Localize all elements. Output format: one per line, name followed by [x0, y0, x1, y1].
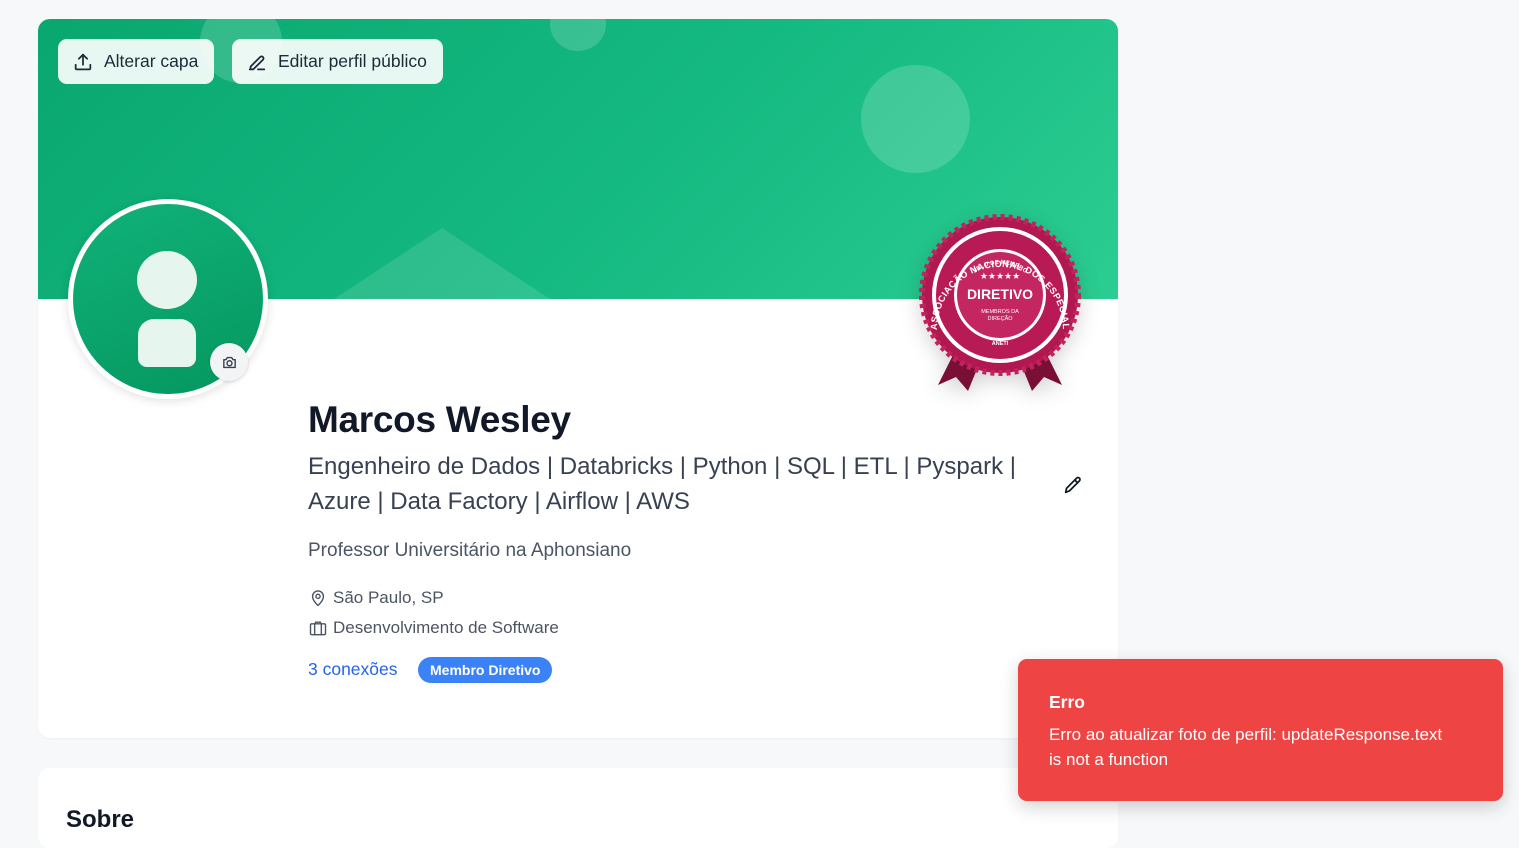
seal-sub-text-1: MEMBROS DA [981, 309, 1019, 315]
connections-link[interactable]: 3 conexões [308, 659, 398, 680]
seal-main-text: DIRETIVO [967, 286, 1033, 302]
headline-line-1: Engenheiro de Dados | Databricks | Pytho… [308, 453, 1016, 480]
error-toast[interactable]: Erro Erro ao atualizar foto de perfil: u… [1018, 659, 1503, 801]
profile-job: Professor Universitário na Aphonsiano [308, 540, 632, 561]
toast-title: Erro [1049, 692, 1085, 712]
location-text: São Paulo, SP [333, 588, 444, 607]
profile-location: São Paulo, SP [308, 588, 444, 608]
change-photo-button[interactable] [210, 343, 248, 381]
toast-message-line-1: Erro ao atualizar foto de perfil: update… [1049, 725, 1443, 744]
profile-headline: Engenheiro de Dados | Databricks | Pytho… [308, 449, 1038, 519]
avatar-placeholder-head [137, 251, 197, 309]
briefcase-icon [309, 621, 327, 636]
profile-name: Marcos Wesley [308, 399, 571, 440]
camera-icon [222, 356, 236, 368]
map-pin-icon [311, 590, 325, 607]
cover-decoration [550, 19, 606, 51]
industry-text: Desenvolvimento de Software [333, 618, 559, 637]
profile-card: Alterar capa Editar perfil público ASSOC… [38, 19, 1118, 738]
edit-public-profile-label: Editar perfil público [278, 51, 427, 71]
seal-stars: ★★★★★ [980, 272, 1020, 282]
about-card: Sobre [38, 768, 1118, 848]
cover-decoration [861, 65, 970, 173]
avatar-placeholder-body [138, 319, 196, 367]
about-section-title: Sobre [66, 806, 135, 833]
pencil-icon [1064, 476, 1081, 494]
seal-brand: ANETI [992, 341, 1009, 347]
headline-line-2: Azure | Data Factory | Airflow | AWS [308, 488, 690, 515]
toast-message: Erro ao atualizar foto de perfil: update… [1049, 722, 1473, 772]
pencil-icon [248, 55, 266, 70]
profile-industry: Desenvolvimento de Software [308, 618, 559, 638]
change-cover-label: Alterar capa [104, 51, 199, 71]
membership-badge: Membro Diretivo [418, 657, 553, 683]
seal-sub-text-2: DIREÇÃO [987, 315, 1013, 322]
cover-decoration [334, 228, 550, 299]
edit-public-profile-button[interactable]: Editar perfil público [232, 39, 443, 84]
change-cover-button[interactable]: Alterar capa [58, 39, 215, 84]
toast-message-line-2: is not a function [1049, 750, 1169, 769]
edit-headline-button[interactable] [1062, 474, 1086, 498]
member-seal-badge: ASSOCIAÇÃO NACIONAL DOS ESPECIALISTAS EM… [916, 209, 1081, 391]
upload-icon [74, 53, 92, 70]
